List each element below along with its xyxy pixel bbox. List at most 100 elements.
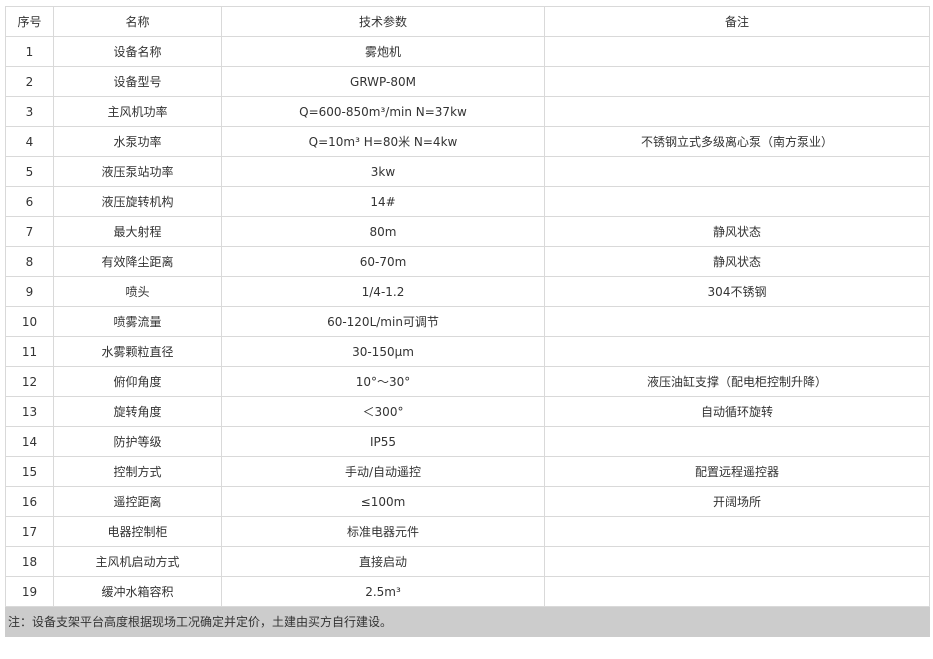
cell-remark: 静风状态 bbox=[544, 216, 930, 247]
cell-name: 俯仰角度 bbox=[53, 366, 222, 397]
cell-no: 4 bbox=[5, 126, 54, 157]
table-row: 18 主风机启动方式 直接启动 bbox=[5, 546, 930, 577]
cell-no: 16 bbox=[5, 486, 54, 517]
cell-name: 旋转角度 bbox=[53, 396, 222, 427]
table-row: 3 主风机功率 Q=600-850m³/min N=37kw bbox=[5, 96, 930, 127]
cell-param: Q=10m³ H=80米 N=4kw bbox=[221, 126, 545, 157]
cell-param: 30-150μm bbox=[221, 336, 545, 367]
cell-param: 2.5m³ bbox=[221, 576, 545, 607]
cell-remark bbox=[544, 546, 930, 577]
cell-name: 水泵功率 bbox=[53, 126, 222, 157]
cell-name: 设备名称 bbox=[53, 36, 222, 67]
cell-name: 最大射程 bbox=[53, 216, 222, 247]
cell-param: GRWP-80M bbox=[221, 66, 545, 97]
table-row: 14 防护等级 IP55 bbox=[5, 426, 930, 457]
cell-remark: 304不锈钢 bbox=[544, 276, 930, 307]
cell-param: ＜300° bbox=[221, 396, 545, 427]
cell-name: 主风机功率 bbox=[53, 96, 222, 127]
table-row: 2 设备型号 GRWP-80M bbox=[5, 66, 930, 97]
cell-no: 11 bbox=[5, 336, 54, 367]
cell-remark bbox=[544, 576, 930, 607]
cell-name: 控制方式 bbox=[53, 456, 222, 487]
cell-name: 电器控制柜 bbox=[53, 516, 222, 547]
table-row: 7 最大射程 80m 静风状态 bbox=[5, 216, 930, 247]
table-row: 4 水泵功率 Q=10m³ H=80米 N=4kw 不锈钢立式多级离心泵（南方泵业） bbox=[5, 126, 930, 157]
cell-no: 19 bbox=[5, 576, 54, 607]
table-row: 19 缓冲水箱容积 2.5m³ bbox=[5, 576, 930, 607]
table-header: 序号 名称 技术参数 备注 bbox=[5, 6, 930, 37]
cell-remark bbox=[544, 186, 930, 217]
cell-param: 80m bbox=[221, 216, 545, 247]
header-no: 序号 bbox=[5, 6, 54, 37]
cell-remark bbox=[544, 156, 930, 187]
cell-remark: 自动循环旋转 bbox=[544, 396, 930, 427]
cell-param: 10°～30° bbox=[221, 366, 545, 397]
cell-remark bbox=[544, 516, 930, 547]
cell-no: 3 bbox=[5, 96, 54, 127]
cell-name: 喷雾流量 bbox=[53, 306, 222, 337]
cell-name: 液压旋转机构 bbox=[53, 186, 222, 217]
cell-remark: 液压油缸支撑（配电柜控制升降） bbox=[544, 366, 930, 397]
cell-remark bbox=[544, 96, 930, 127]
table-row: 11 水雾颗粒直径 30-150μm bbox=[5, 336, 930, 367]
table-row: 17 电器控制柜 标准电器元件 bbox=[5, 516, 930, 547]
table-row: 8 有效降尘距离 60-70m 静风状态 bbox=[5, 246, 930, 277]
cell-remark: 不锈钢立式多级离心泵（南方泵业） bbox=[544, 126, 930, 157]
cell-remark: 配置远程遥控器 bbox=[544, 456, 930, 487]
cell-param: 1/4-1.2 bbox=[221, 276, 545, 307]
table-row: 13 旋转角度 ＜300° 自动循环旋转 bbox=[5, 396, 930, 427]
cell-remark bbox=[544, 66, 930, 97]
cell-param: 3kw bbox=[221, 156, 545, 187]
table-row: 6 液压旋转机构 14# bbox=[5, 186, 930, 217]
table-row: 12 俯仰角度 10°～30° 液压油缸支撑（配电柜控制升降） bbox=[5, 366, 930, 397]
header-name: 名称 bbox=[53, 6, 222, 37]
table-row: 1 设备名称 雾炮机 bbox=[5, 36, 930, 67]
cell-param: IP55 bbox=[221, 426, 545, 457]
cell-param: 14# bbox=[221, 186, 545, 217]
cell-remark bbox=[544, 306, 930, 337]
cell-no: 5 bbox=[5, 156, 54, 187]
cell-param: Q=600-850m³/min N=37kw bbox=[221, 96, 545, 127]
cell-name: 设备型号 bbox=[53, 66, 222, 97]
note-text: 注：设备支架平台高度根据现场工况确定并定价，土建由买方自行建设。 bbox=[5, 606, 930, 637]
cell-param: 60-120L/min可调节 bbox=[221, 306, 545, 337]
cell-no: 17 bbox=[5, 516, 54, 547]
cell-no: 6 bbox=[5, 186, 54, 217]
cell-name: 喷头 bbox=[53, 276, 222, 307]
cell-no: 1 bbox=[5, 36, 54, 67]
cell-name: 水雾颗粒直径 bbox=[53, 336, 222, 367]
cell-name: 主风机启动方式 bbox=[53, 546, 222, 577]
cell-remark: 静风状态 bbox=[544, 246, 930, 277]
cell-remark: 开阔场所 bbox=[544, 486, 930, 517]
cell-name: 缓冲水箱容积 bbox=[53, 576, 222, 607]
cell-no: 13 bbox=[5, 396, 54, 427]
cell-no: 18 bbox=[5, 546, 54, 577]
cell-param: ≤100m bbox=[221, 486, 545, 517]
table-row: 10 喷雾流量 60-120L/min可调节 bbox=[5, 306, 930, 337]
spec-table: 序号 名称 技术参数 备注 1 设备名称 雾炮机 2 设备型号 GRWP-80M 3 主风机功… bbox=[5, 6, 930, 637]
header-remark: 备注 bbox=[544, 6, 930, 37]
cell-no: 2 bbox=[5, 66, 54, 97]
cell-remark bbox=[544, 336, 930, 367]
cell-no: 15 bbox=[5, 456, 54, 487]
cell-name: 防护等级 bbox=[53, 426, 222, 457]
cell-param: 雾炮机 bbox=[221, 36, 545, 67]
table-row: 16 遥控距离 ≤100m 开阔场所 bbox=[5, 486, 930, 517]
table-row: 9 喷头 1/4-1.2 304不锈钢 bbox=[5, 276, 930, 307]
table-row: 5 液压泵站功率 3kw bbox=[5, 156, 930, 187]
cell-no: 12 bbox=[5, 366, 54, 397]
cell-param: 直接启动 bbox=[221, 546, 545, 577]
cell-no: 9 bbox=[5, 276, 54, 307]
cell-no: 14 bbox=[5, 426, 54, 457]
cell-remark bbox=[544, 36, 930, 67]
cell-no: 7 bbox=[5, 216, 54, 247]
cell-param: 手动/自动遥控 bbox=[221, 456, 545, 487]
cell-name: 有效降尘距离 bbox=[53, 246, 222, 277]
header-param: 技术参数 bbox=[221, 6, 545, 37]
cell-param: 60-70m bbox=[221, 246, 545, 277]
note-row: 注：设备支架平台高度根据现场工况确定并定价，土建由买方自行建设。 bbox=[5, 606, 930, 637]
header-row: 序号 名称 技术参数 备注 bbox=[5, 6, 930, 37]
cell-param: 标准电器元件 bbox=[221, 516, 545, 547]
cell-name: 遥控距离 bbox=[53, 486, 222, 517]
table-body: 1 设备名称 雾炮机 2 设备型号 GRWP-80M 3 主风机功率 Q=600-850m³/m… bbox=[5, 36, 930, 607]
